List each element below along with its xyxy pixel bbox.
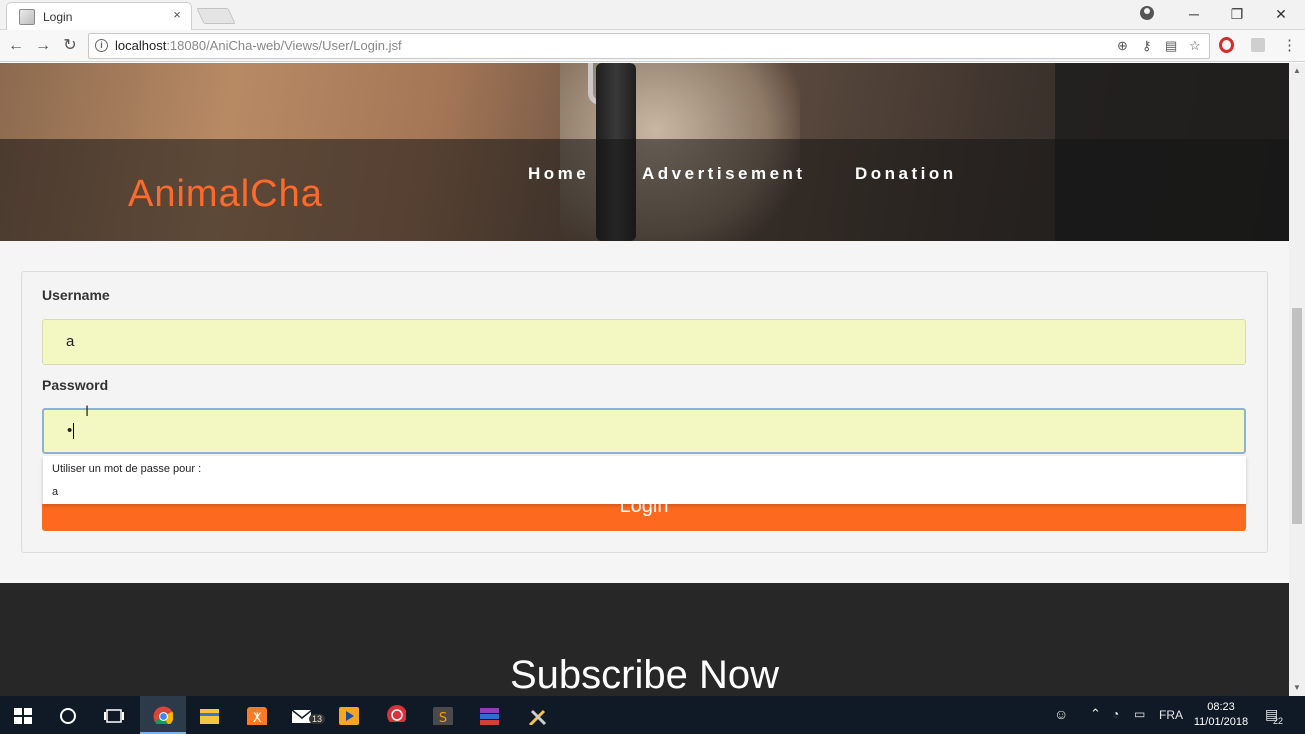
autocomplete-item[interactable]: a xyxy=(52,486,58,498)
username-field[interactable]: a xyxy=(42,319,1246,365)
media-player-icon[interactable] xyxy=(339,707,359,725)
clock-date: 11/01/2018 xyxy=(1193,716,1249,728)
extension-icon[interactable] xyxy=(1251,38,1265,52)
restore-button[interactable]: ❐ xyxy=(1217,0,1257,28)
svg-text:ⵅ: ⵅ xyxy=(253,711,262,725)
hero-banner: AnimalCha Home Advertisement Donation xyxy=(0,63,1289,241)
red-app-icon[interactable] xyxy=(386,704,406,722)
login-button-label: Login xyxy=(619,504,669,517)
wifi-icon[interactable]: ◔ xyxy=(1112,707,1119,721)
tab-title: Login xyxy=(43,9,73,24)
password-field[interactable]: • xyxy=(42,408,1246,454)
username-value: a xyxy=(66,333,75,350)
nav-donation[interactable]: Donation xyxy=(855,164,957,184)
close-window-button[interactable]: ✕ xyxy=(1261,0,1301,28)
show-hidden-icons-icon[interactable]: ⌃ xyxy=(1090,706,1101,722)
svg-text:S: S xyxy=(439,711,447,725)
username-label: Username xyxy=(42,287,110,303)
login-button[interactable]: Login xyxy=(42,504,1246,531)
windows-taskbar xyxy=(0,696,1305,734)
profile-icon[interactable] xyxy=(1140,6,1154,20)
opera-icon[interactable] xyxy=(1219,37,1234,53)
file-explorer-icon[interactable] xyxy=(199,707,219,725)
windows-start-icon[interactable] xyxy=(13,707,33,725)
scroll-up-arrow-icon[interactable]: ▲ xyxy=(1291,66,1303,75)
tab-login[interactable]: Login × xyxy=(6,2,192,30)
nav-home[interactable]: Home xyxy=(528,164,589,184)
forward-button[interactable]: → xyxy=(33,36,53,56)
browser-toolbar: ← → ↻ i localhost:18080/AniCha-web/Views… xyxy=(0,30,1305,62)
url-host: localhost xyxy=(115,38,167,53)
key-icon[interactable]: ⚷ xyxy=(1142,38,1152,54)
people-icon[interactable]: ☺ xyxy=(1054,706,1068,722)
nav-advertisement[interactable]: Advertisement xyxy=(642,164,806,184)
minimize-button[interactable]: ─ xyxy=(1174,0,1214,28)
scrollbar-thumb[interactable] xyxy=(1292,308,1302,524)
tools-icon[interactable] xyxy=(527,707,547,725)
language-indicator[interactable]: FRA xyxy=(1159,708,1183,722)
new-tab-button[interactable] xyxy=(196,8,236,24)
reload-button[interactable]: ↻ xyxy=(60,36,80,56)
password-label: Password xyxy=(42,377,109,393)
text-caret xyxy=(73,423,75,440)
site-logo[interactable]: AnimalCha xyxy=(128,173,323,216)
page-favicon-icon xyxy=(19,8,35,25)
address-bar[interactable]: i localhost:18080/AniCha-web/Views/User/… xyxy=(88,33,1210,59)
mail-icon[interactable] xyxy=(291,707,311,725)
sublime-text-icon[interactable]: S xyxy=(433,707,453,725)
scroll-down-arrow-icon[interactable]: ▼ xyxy=(1291,683,1303,692)
translate-icon[interactable]: ▤ xyxy=(1165,38,1177,54)
menu-icon[interactable]: ⋮ xyxy=(1282,36,1297,54)
text-cursor-icon: I xyxy=(85,404,90,420)
clock[interactable]: 08:23 11/01/2018 xyxy=(1192,700,1250,730)
subscribe-heading: Subscribe Now xyxy=(509,653,779,696)
info-icon[interactable]: i xyxy=(95,39,108,52)
xampp-icon[interactable]: ⵅ xyxy=(247,707,267,725)
tab-close-icon[interactable]: × xyxy=(169,7,185,22)
zoom-icon[interactable]: ⊕ xyxy=(1117,38,1128,54)
star-icon[interactable]: ☆ xyxy=(1189,38,1201,54)
password-value: • xyxy=(67,422,73,439)
battery-icon[interactable]: ▭ xyxy=(1134,707,1145,721)
back-button[interactable]: ← xyxy=(6,36,26,56)
mail-badge: 13 xyxy=(309,714,326,724)
chrome-icon[interactable] xyxy=(153,706,173,724)
page-viewport: AnimalCha Home Advertisement Donation Us… xyxy=(0,63,1289,696)
url-path: :18080/AniCha-web/Views/User/Login.jsf xyxy=(166,38,402,53)
clock-time: 08:23 xyxy=(1207,701,1235,713)
notification-count: 22 xyxy=(1273,716,1284,726)
autocomplete-title: Utiliser un mot de passe pour : xyxy=(52,463,202,475)
cortana-search-icon[interactable] xyxy=(58,707,78,725)
winrar-icon[interactable] xyxy=(479,707,499,725)
browser-tab-bar: Login × ─ ❐ ✕ xyxy=(0,0,1305,30)
task-view-icon[interactable] xyxy=(104,707,124,725)
password-autocomplete: Utiliser un mot de passe pour : a xyxy=(43,456,1246,504)
